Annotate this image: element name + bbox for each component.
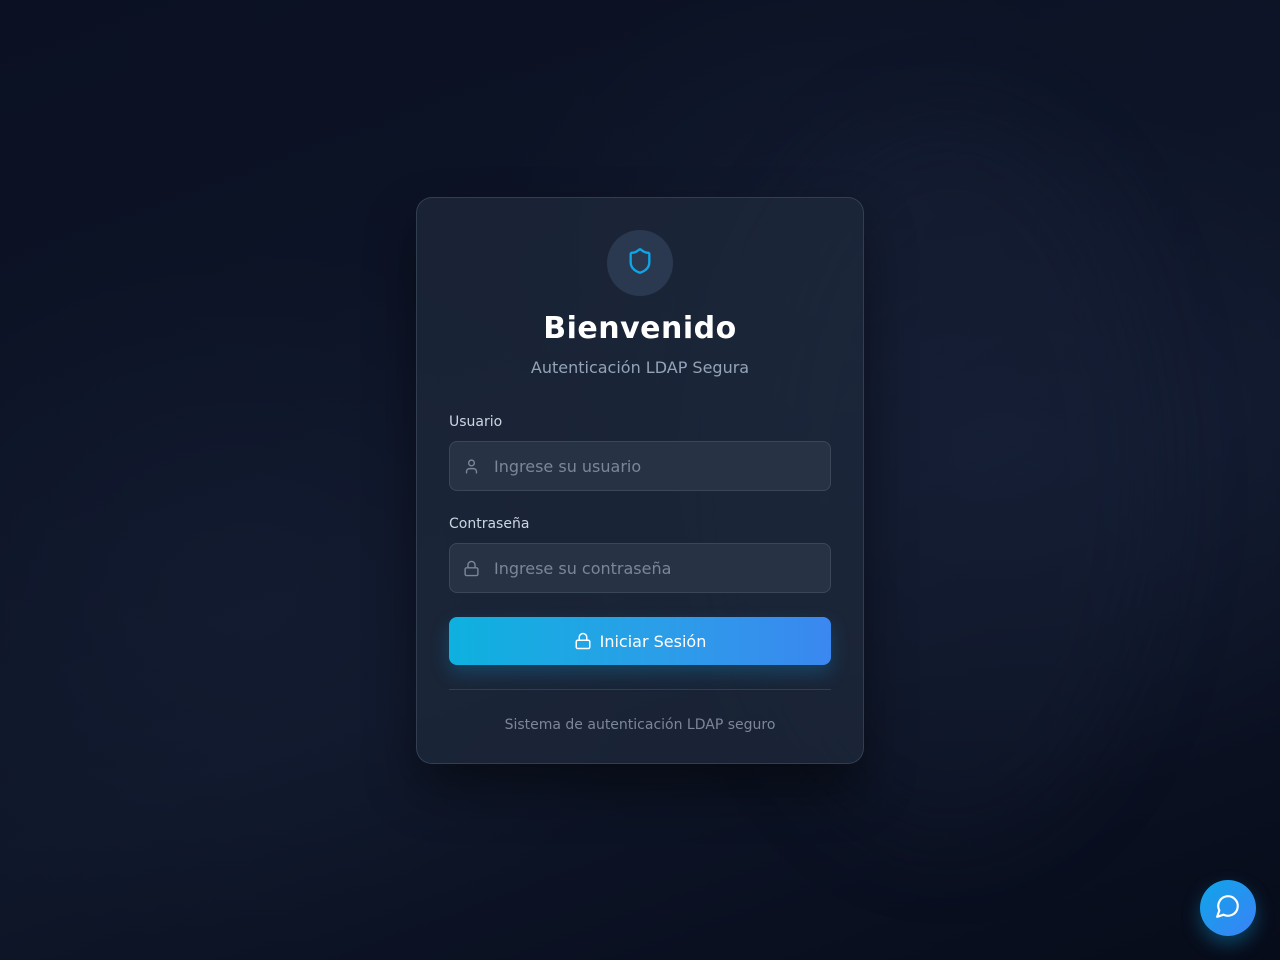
chat-bubble-icon — [1215, 893, 1241, 923]
shield-icon — [626, 247, 654, 279]
login-card: Bienvenido Autenticación LDAP Segura Usu… — [416, 197, 864, 764]
username-label: Usuario — [449, 414, 503, 430]
login-form: Usuario Contraseña — [449, 413, 831, 665]
password-input[interactable] — [450, 544, 830, 592]
username-input[interactable] — [450, 442, 830, 490]
password-field-wrapper — [449, 543, 831, 593]
chat-button[interactable] — [1200, 880, 1256, 936]
password-label: Contraseña — [449, 516, 530, 532]
page-title: Bienvenido — [543, 311, 737, 346]
logo-badge — [607, 230, 673, 296]
login-button-label: Iniciar Sesión — [599, 631, 707, 651]
username-field-wrapper — [449, 441, 831, 491]
page-subtitle: Autenticación LDAP Segura — [530, 358, 750, 377]
login-button[interactable]: Iniciar Sesión — [449, 617, 831, 665]
lock-icon — [574, 632, 592, 650]
divider — [449, 689, 831, 690]
footer-note: Sistema de autenticación LDAP seguro — [504, 717, 776, 733]
